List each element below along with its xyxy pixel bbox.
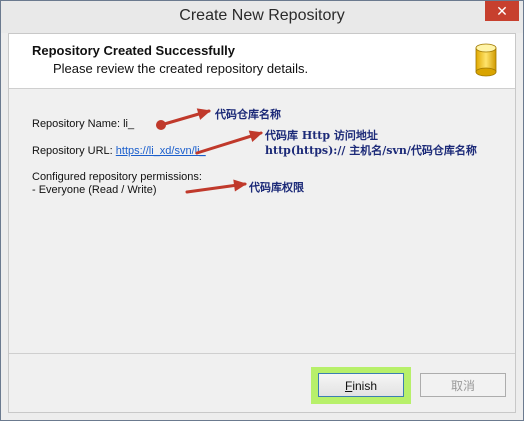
annotation-repo-name: 代码仓库名称 [215, 108, 281, 121]
wizard-frame: Repository Created Successfully Please r… [8, 33, 516, 413]
annotation-arrows [156, 108, 263, 194]
arrow-repo-url [195, 130, 263, 155]
wizard-header: Repository Created Successfully Please r… [9, 34, 515, 89]
window-title: Create New Repository [179, 7, 345, 24]
annotation-url-line1: 代码库 Http 访问地址 [265, 129, 378, 142]
database-icon [475, 43, 497, 77]
button-bar: Finish 取消 [9, 354, 515, 412]
annotation-url-line2: http(https):// 主机名/svn/代码仓库名称 [265, 144, 477, 157]
title-bar: Create New Repository ✕ [1, 1, 523, 33]
cancel-button[interactable]: 取消 [420, 373, 506, 397]
annotation-permissions: 代码库权限 [249, 181, 304, 194]
close-icon: ✕ [496, 3, 508, 19]
header-subtitle: Please review the created repository det… [53, 61, 309, 76]
details-panel: Repository Name: li_ Repository URL: htt… [9, 89, 515, 354]
arrow-repo-name [156, 108, 211, 130]
finish-button[interactable]: Finish [318, 373, 404, 397]
header-title: Repository Created Successfully [32, 43, 236, 58]
close-button[interactable]: ✕ [485, 1, 519, 21]
dialog-window: Create New Repository ✕ Repository Creat… [0, 0, 524, 421]
arrow-permissions [185, 179, 247, 194]
